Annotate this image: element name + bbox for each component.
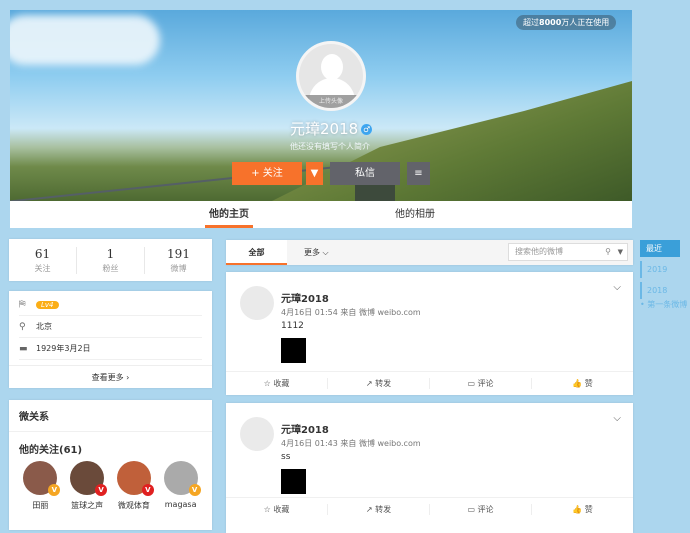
follow-dropdown-button[interactable]: ▼ [306,162,323,185]
tab-album[interactable]: 他的相册 [395,201,435,228]
following-item[interactable]: V 田丽 [17,461,64,511]
level-badge[interactable]: Lv4 [36,300,59,309]
post-avatar[interactable] [240,286,274,320]
caret-down-icon: ▼ [310,168,319,179]
verified-icon: V [95,484,108,496]
caret-down-icon[interactable]: ▼ [618,244,623,260]
timeline-first-post[interactable]: • 第一条微博 [640,299,687,310]
stat-followers[interactable]: 1 粉丝 [77,246,145,274]
post-text: 1112 [281,321,304,331]
like-button[interactable]: 👍 赞 [532,504,633,515]
hamburger-icon: ≡ [414,168,423,179]
verified-icon: V [141,484,154,496]
following-item[interactable]: V 微观体育 [111,461,158,511]
like-button[interactable]: 👍 赞 [532,378,633,389]
following-avatar[interactable]: V [116,461,154,496]
message-button[interactable]: 私信 [330,162,400,185]
post-meta: 4月16日 01:54 来自 微博 weibo.com [281,308,421,317]
feed-filter-bar: 全部 更多 ⌵ 搜索他的微博 ⚲ ▼ [226,240,633,265]
favorite-button[interactable]: ☆ 收藏 [226,504,328,515]
post-author[interactable]: 元璋2018 [281,421,329,436]
feed-tab-all[interactable]: 全部 [226,240,287,265]
birthday-icon: ▬ [19,343,28,354]
repost-button[interactable]: ↗ 转发 [328,504,430,515]
see-more-link[interactable]: 查看更多 › [9,365,212,388]
profile-tabs: 他的主页 他的相册 [10,201,632,228]
chevron-down-icon[interactable]: ⌵ [613,282,621,293]
following-title[interactable]: 他的关注(61) [9,432,212,461]
post-image[interactable] [281,469,306,494]
timeline-year[interactable]: 2018 [640,282,680,299]
following-avatar[interactable]: V [70,461,108,496]
search-input[interactable]: 搜索他的微博 ⚲ ▼ [508,243,628,261]
post-meta: 4月16日 01:43 来自 微博 weibo.com [281,439,421,448]
following-item[interactable]: Vmagasa [157,461,204,511]
follow-button[interactable]: + 关注 [232,162,302,185]
feed-tab-more[interactable]: 更多 ⌵ [304,240,329,265]
following-avatar[interactable]: V [163,461,201,496]
stat-following[interactable]: 61 关注 [9,246,77,274]
post-card: 元璋2018 4月16日 01:43 来自 微博 weibo.com ss ⌵ … [226,403,633,533]
profile-banner: 超过8000万人正在使用 上传头像 元璋2018 ♂ 他还没有填写个人简介 + 关… [10,10,632,201]
cloud [10,15,160,65]
relations-title: 微关系 [9,400,212,432]
search-icon[interactable]: ⚲ [605,244,611,260]
verified-icon: V [188,484,201,496]
following-name: 田丽 [32,501,49,510]
tab-home[interactable]: 他的主页 [205,201,253,228]
level-icon: ⛿ [19,299,26,310]
following-avatar[interactable]: V [23,461,61,496]
birthday: 1929年3月2日 [36,344,91,353]
favorite-button[interactable]: ☆ 收藏 [226,378,328,389]
comment-button[interactable]: ▭ 评论 [430,504,532,515]
post-image[interactable] [281,338,306,363]
comment-button[interactable]: ▭ 评论 [430,378,532,389]
info-card: ⛿ Lv4 ⚲ 北京 ▬ 1929年3月2日 查看更多 › [9,291,212,388]
following-list: V 田丽 V 篮球之声 V 微观体育 Vmagasa [9,461,212,511]
post-avatar[interactable] [240,417,274,451]
users-badge: 超过8000万人正在使用 [516,15,617,30]
post-actions: ☆ 收藏 ↗ 转发 ▭ 评论 👍 赞 [226,371,633,395]
username: 元璋2018 ♂ [290,120,373,138]
avatar[interactable]: 上传头像 [296,41,366,111]
timeline-year[interactable]: 2019 [640,261,680,278]
chevron-down-icon[interactable]: ⌵ [613,413,621,424]
relations-card: 微关系 他的关注(61) V 田丽 V 篮球之声 V 微观体育 Vmagasa [9,400,212,530]
post-author[interactable]: 元璋2018 [281,290,329,305]
following-name: 篮球之声 [71,501,104,510]
repost-button[interactable]: ↗ 转发 [328,378,430,389]
bio: 他还没有填写个人简介 [290,142,370,151]
post-text: ss [281,452,291,462]
post-actions: ☆ 收藏 ↗ 转发 ▭ 评论 👍 赞 [226,497,633,521]
location-icon: ⚲ [19,321,26,332]
timeline-nav: 最近 2019 2018 • 第一条微博 [640,240,687,310]
male-icon: ♂ [361,124,373,135]
stat-posts[interactable]: 191 微博 [145,247,212,274]
following-name: 微观体育 [117,501,150,510]
stats-card: 61 关注 1 粉丝 191 微博 [9,239,212,281]
timeline-recent[interactable]: 最近 [640,240,680,257]
following-name: magasa [164,500,197,509]
location: 北京 [36,322,52,331]
post-card: 元璋2018 4月16日 01:54 来自 微博 weibo.com 1112 … [226,272,633,395]
following-item[interactable]: V 篮球之声 [64,461,111,511]
more-menu-button[interactable]: ≡ [407,162,430,185]
verified-icon: V [48,484,61,496]
upload-avatar-label[interactable]: 上传头像 [299,95,363,108]
